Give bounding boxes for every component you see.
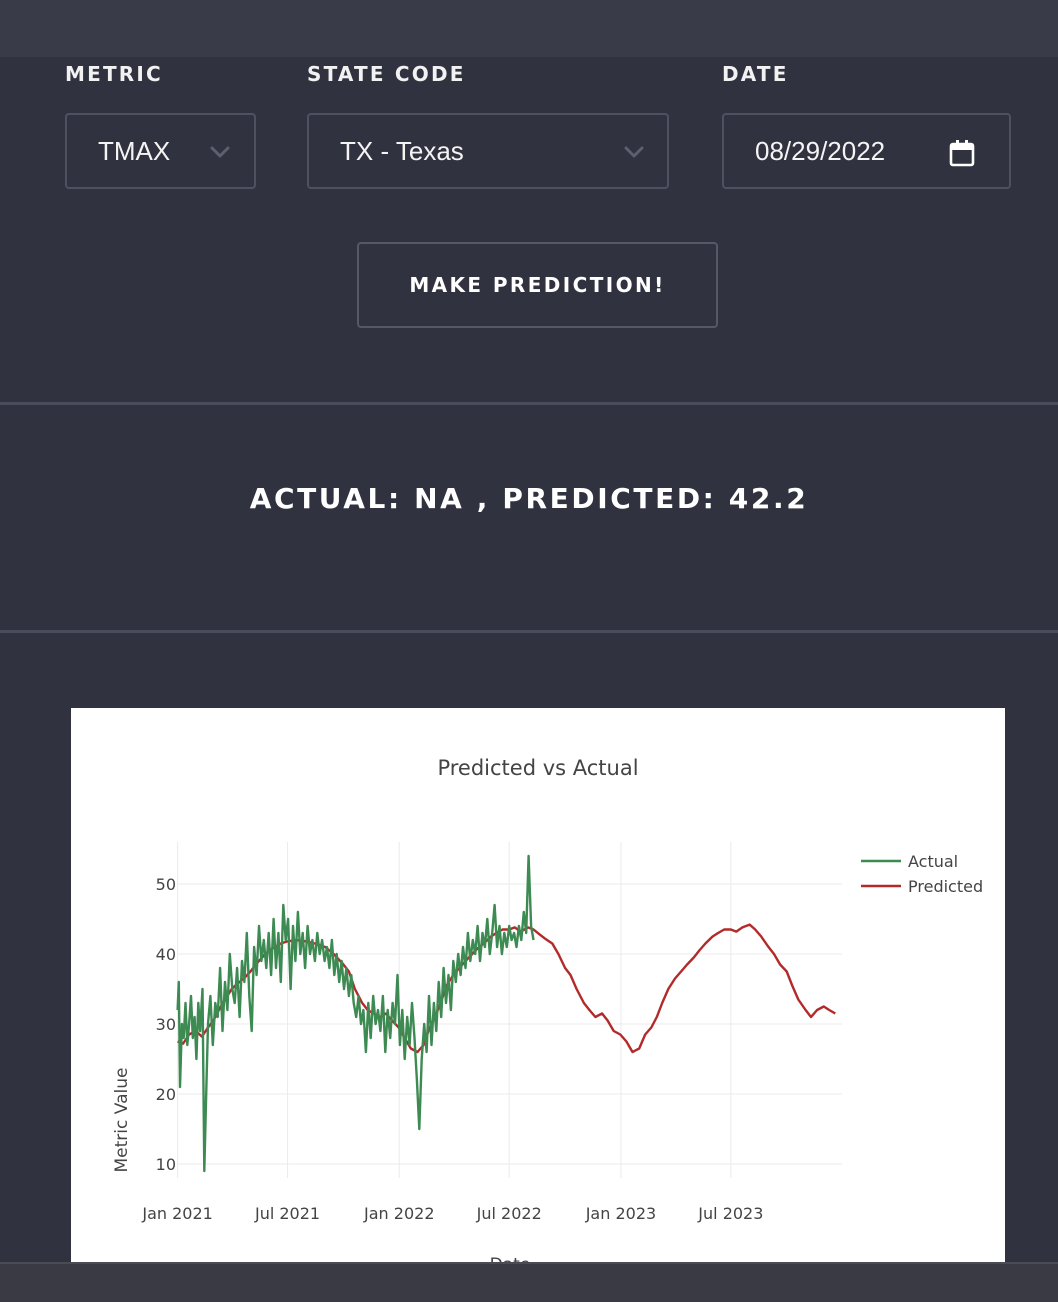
x-tick-label: Jan 2022 <box>363 1204 434 1223</box>
legend-actual-label: Actual <box>908 852 958 871</box>
metric-select[interactable]: TMAX <box>65 113 256 189</box>
date-label: DATE <box>722 62 789 86</box>
date-input[interactable]: 08/29/2022 <box>722 113 1011 189</box>
chevron-down-icon <box>624 146 644 158</box>
calendar-icon[interactable] <box>948 138 976 168</box>
legend-predicted-label: Predicted <box>908 877 983 896</box>
make-prediction-button[interactable]: MAKE PREDICTION! <box>357 242 718 328</box>
top-bar <box>0 0 1058 57</box>
y-tick-label: 20 <box>156 1085 176 1104</box>
y-tick-label: 50 <box>156 875 176 894</box>
legend[interactable]: Actual Predicted <box>861 852 983 896</box>
date-value: 08/29/2022 <box>755 135 886 166</box>
state-label: STATE CODE <box>307 62 466 86</box>
bottom-bar <box>0 1262 1058 1302</box>
x-tick-label: Jul 2021 <box>254 1204 320 1223</box>
metric-label: METRIC <box>65 62 163 86</box>
chevron-down-icon <box>210 146 230 158</box>
y-tick-label: 10 <box>156 1155 176 1174</box>
state-value: TX - Texas <box>340 135 464 166</box>
series-line-actual <box>176 854 535 1173</box>
chart-title: Predicted vs Actual <box>437 756 638 780</box>
x-tick-label: Jan 2023 <box>585 1204 656 1223</box>
prediction-result: ACTUAL: NA , PREDICTED: 42.2 <box>249 482 809 515</box>
y-tick-label: 40 <box>156 945 176 964</box>
chart-card: Predicted vs Actual Jan 2021 Jul 2021 Jan … <box>71 708 1005 1263</box>
state-select[interactable]: TX - Texas <box>307 113 669 189</box>
metric-value: TMAX <box>98 135 171 166</box>
y-tick-label: 30 <box>156 1015 176 1034</box>
divider <box>0 630 1058 633</box>
x-tick-label: Jul 2023 <box>697 1204 763 1223</box>
x-tick-label: Jul 2022 <box>476 1204 542 1223</box>
divider <box>0 402 1058 405</box>
y-axis-label: Metric Value <box>112 1068 132 1173</box>
x-tick-label: Jan 2021 <box>141 1204 212 1223</box>
predicted-vs-actual-chart: Predicted vs Actual Jan 2021 Jul 2021 Jan … <box>112 756 983 1263</box>
